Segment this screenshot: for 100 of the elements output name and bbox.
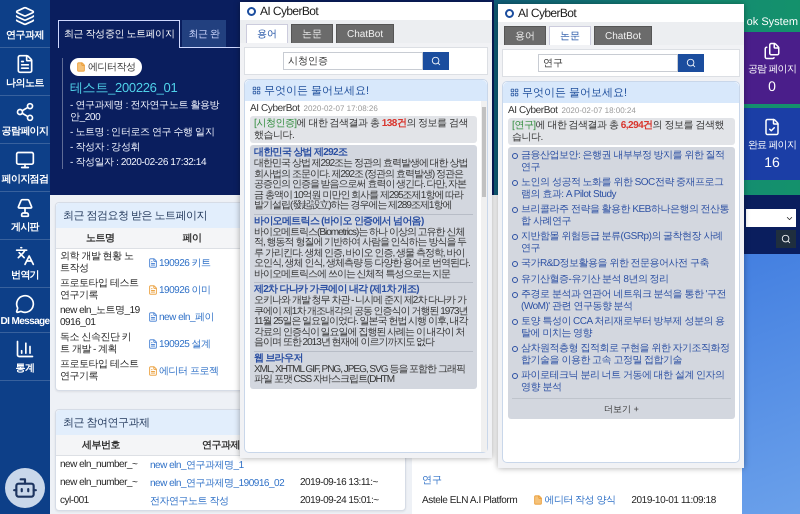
- article-title-link[interactable]: 대한민국 상법 제292조: [254, 147, 473, 159]
- project-link[interactable]: 전자연구노트 작성: [146, 492, 296, 510]
- paper-link[interactable]: 지반함몰 위험등급 분류(GSRp)의 굴착현장 사례 연구: [512, 229, 731, 256]
- search-button[interactable]: [423, 52, 449, 70]
- table-cell-text: new eln_number_~: [59, 476, 138, 490]
- translate-icon: [15, 246, 35, 266]
- result-summary: [시청인증]에 대한 검색결과 총 138건의 정보를 검색했습니다.: [250, 116, 477, 143]
- paper-link[interactable]: 삼차원적층형 집적회로 구현을 위한 자기조직화정합기술을 이용한 고속 고정밀 접합기술: [512, 341, 731, 368]
- paper-link[interactable]: 파이로테크닉 분리 너트 거동에 대한 설계 인자의 영향 분석: [512, 368, 731, 395]
- project-link[interactable]: new eln_연구과제명_190916_02: [146, 474, 296, 492]
- ring-bullet-icon: [512, 261, 518, 267]
- platform-name: Astele ELN A.I Platform: [422, 494, 518, 506]
- search-icon: [686, 58, 696, 68]
- book-stack-icon: [15, 6, 35, 26]
- tab[interactable]: 논문: [291, 24, 333, 43]
- paper-link[interactable]: 국가R&D정보활용을 위한 전문용어사전 구축: [512, 256, 731, 272]
- note-tab[interactable]: 최근 완: [182, 20, 226, 47]
- page-link[interactable]: 190925 설계: [144, 334, 240, 352]
- ring-bullet-icon: [512, 234, 518, 240]
- note-detail: - 작성일자 : 2020-02-26 17:32:14: [70, 157, 206, 169]
- note-detail: - 노트명 : 인터로즈 연구 수행 일지: [70, 127, 214, 139]
- chat-title: 무엇이든 물어보세요!: [522, 86, 628, 100]
- editor-badge: 에디터작성: [70, 58, 142, 76]
- share-icon: [15, 102, 35, 122]
- note-detail: - 작성자 : 강성휘: [70, 142, 140, 154]
- note-title[interactable]: 테스트_200226_01: [70, 79, 178, 97]
- date-text: 2019-10-01 11:09:18: [631, 494, 716, 506]
- sender-name: AI CyberBot: [250, 103, 300, 114]
- bar-chart-icon: [15, 339, 35, 359]
- monitor-icon: [15, 150, 35, 170]
- grid-icon: [510, 88, 519, 97]
- section-link[interactable]: 연구: [422, 473, 442, 487]
- message-time: 2020-02-07 17:08:26: [304, 104, 378, 113]
- page-link[interactable]: 190926 키트: [144, 254, 240, 272]
- documents-icon: [763, 42, 781, 60]
- search-button[interactable]: [776, 230, 796, 248]
- column-header: 노트명: [56, 228, 144, 249]
- note-detail: - 연구과제명 : 전자연구노트 활용방안_200: [70, 100, 220, 124]
- robot-avatar[interactable]: [5, 468, 45, 508]
- ring-bullet-icon: [512, 292, 518, 298]
- column-header: 페이: [144, 228, 240, 249]
- ring-logo-icon: [247, 6, 256, 16]
- paper-link[interactable]: 유기산혈증-유기산 분석 8년의 정리: [512, 272, 731, 287]
- ring-bullet-icon: [512, 319, 518, 325]
- more-button[interactable]: 더보기 +: [512, 398, 731, 418]
- ring-bullet-icon: [512, 276, 518, 282]
- ring-bullet-icon: [512, 180, 518, 186]
- table-cell-text: 외학 개발 현황 노트작성: [59, 250, 134, 276]
- article-summary: XML, XHTML GIF, PNG, JPEG, SVG 등을 포함한 그래픽 파일 포맷 CSS 자바스크립트(DHTM: [254, 364, 466, 386]
- chat-title: 무엇이든 물어보세요!: [264, 84, 370, 98]
- file-icon: [533, 495, 544, 505]
- paper-link[interactable]: 주경로 분석과 연관어 네트워크 분석을 통한 '구전(WoM)' 관련 연구동향 분석: [512, 287, 731, 314]
- project-link[interactable]: new eln_연구과제명_1: [146, 456, 296, 474]
- tab[interactable]: ChatBot: [336, 24, 394, 43]
- search-icon: [431, 56, 441, 66]
- file-icon: [76, 62, 86, 72]
- note-tab[interactable]: 최근 작성중인 노트페이지: [58, 20, 180, 48]
- search-field[interactable]: 연구: [538, 54, 678, 72]
- system-title: ok System: [746, 16, 799, 28]
- page-link[interactable]: 에디터 프로젝: [144, 362, 240, 380]
- result-summary: [연구]에 대한 검색결과 총 6,294건의 정보를 검색했습니다.: [508, 118, 735, 145]
- stat-tile[interactable]: 완료 페이지 16: [744, 108, 800, 180]
- form-link[interactable]: 에디터 작성 양식: [529, 491, 620, 509]
- search-button[interactable]: [678, 54, 704, 72]
- article-summary: 바이오메트릭스(Biometrics)는 하나 이상의 고유한 신체적, 행동적 형질에 기반하여 사람을 인식하는 방식을 두루 가리킨다. 생체 인증, 바이오 인증, 생물 측정학, 바이오인식, 생체 인식, 생체측량 등 다양한 용어로 번역된다. 바이오메트릭스에 쓰이는 신체적 특성으로는 지문: [254, 228, 471, 280]
- lamp-icon: [15, 198, 35, 218]
- ring-bullet-icon: [512, 346, 518, 352]
- article-title-link[interactable]: 웹 브라우저: [254, 352, 473, 364]
- tab[interactable]: 용어: [504, 26, 546, 45]
- table-cell-text: 독소 신속진단 키트 개발 - 계획: [59, 331, 132, 356]
- table-cell-text: new eln_노트명_190916_01: [59, 304, 141, 330]
- ring-bullet-icon: [512, 207, 518, 213]
- message-time: 2020-02-07 18:00:24: [562, 106, 636, 115]
- table-cell-text: 2019-09-24 15:01:~: [299, 494, 380, 508]
- sender-name: AI CyberBot: [508, 105, 558, 116]
- grid-icon: [252, 86, 261, 95]
- search-icon: [781, 234, 791, 244]
- table-cell-text: cyl-001: [59, 494, 90, 508]
- article-title-link[interactable]: 제2차 다나카 가쿠에이 내각 (제1차 개조): [254, 284, 473, 296]
- tab[interactable]: 용어: [246, 24, 288, 43]
- document-icon: [15, 54, 35, 74]
- paper-link[interactable]: 브리콜라주 전략을 활용한 KEB하나은행의 전산통합 사례연구: [512, 202, 731, 229]
- table-cell-text: 프로토타입 테스트 연구기록: [59, 277, 140, 302]
- paper-link[interactable]: 노인의 성공적 노화를 위한 SOC전략 중재프로그램의 효과: A Pilot Study: [512, 175, 731, 202]
- page-link[interactable]: 190926 이미: [144, 280, 240, 298]
- ring-logo-icon: [505, 8, 514, 18]
- tab[interactable]: 논문: [549, 26, 591, 45]
- tab[interactable]: ChatBot: [594, 26, 652, 45]
- search-field[interactable]: 시청인증: [283, 52, 423, 70]
- select-field[interactable]: [746, 209, 796, 227]
- scrollbar[interactable]: [481, 101, 487, 452]
- chat-bubble-icon: [15, 294, 35, 314]
- page-link[interactable]: new eln_페이: [144, 308, 240, 326]
- table-cell-text: 프로토타입 테스트 연구기록: [59, 358, 140, 384]
- article-summary: 오키나와 개발 청무 차관 - 니시메 준지 제2차 다나카 가쿠에이 제1차 개조내각의 공동 인증식이 거행된 1973년 11월 25일은 일요일이었다. 일본국 헌법 시행 이후, 내각 각료의 인증식이 일요일에 집행된 사례는 이 내각이 처음이며 또한 2013년 현재에 이르기까지도 없다: [254, 296, 470, 348]
- stat-tile[interactable]: 공람 페이지 0: [744, 32, 800, 104]
- table-cell-text: new eln_number_~: [59, 458, 138, 472]
- window-title: AI CyberBot: [260, 4, 318, 18]
- paper-link[interactable]: 금융산업보안: 은행권 내부부정 방지를 위한 질적 연구: [512, 148, 731, 175]
- paper-link[interactable]: 토양 특성이 CCA 처리재로부터 방부제 성분의 용탈에 미치는 영향: [512, 314, 731, 341]
